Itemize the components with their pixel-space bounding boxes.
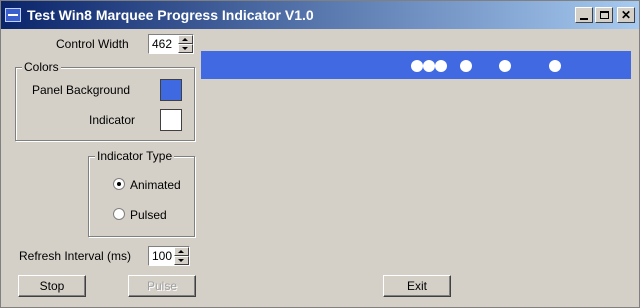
exit-button[interactable]: Exit (383, 275, 451, 297)
stop-button[interactable]: Stop (18, 275, 86, 297)
maximize-button[interactable] (595, 7, 613, 23)
refresh-interval-spinner[interactable]: 100 (148, 246, 190, 266)
spin-up-icon[interactable] (178, 35, 193, 44)
indicator-color-swatch[interactable] (160, 109, 182, 131)
control-width-label: Control Width (56, 37, 129, 51)
marquee-dot (423, 60, 435, 72)
animated-radio[interactable] (113, 178, 125, 190)
spin-down-icon[interactable] (174, 256, 189, 265)
window-title: Test Win8 Marquee Progress Indicator V1.… (27, 7, 314, 23)
pulse-button[interactable]: Pulse (128, 275, 196, 297)
marquee-dot (435, 60, 447, 72)
indicator-type-caption: Indicator Type (95, 149, 175, 163)
maximize-icon (599, 11, 609, 19)
spin-down-icon[interactable] (178, 44, 193, 53)
marquee-dot (549, 60, 561, 72)
close-icon: ✕ (620, 8, 632, 22)
pulsed-radio[interactable] (113, 208, 125, 220)
marquee-progress-indicator (201, 51, 631, 79)
minimize-icon (580, 17, 588, 20)
title-bar[interactable]: Test Win8 Marquee Progress Indicator V1.… (1, 1, 639, 29)
animated-radio-label[interactable]: Animated (130, 178, 181, 192)
app-icon (5, 8, 21, 22)
pulsed-radio-label[interactable]: Pulsed (130, 208, 167, 222)
refresh-interval-value[interactable]: 100 (152, 249, 172, 263)
marquee-dot (460, 60, 472, 72)
control-width-spinner[interactable]: 462 (148, 34, 194, 54)
indicator-type-group: Indicator Type (88, 149, 195, 237)
close-button[interactable]: ✕ (617, 7, 635, 23)
marquee-dot (499, 60, 511, 72)
colors-group-caption: Colors (22, 60, 61, 74)
panel-background-swatch[interactable] (160, 79, 182, 101)
refresh-interval-label: Refresh Interval (ms) (19, 249, 132, 263)
spin-up-icon[interactable] (174, 247, 189, 256)
control-width-value[interactable]: 462 (152, 37, 172, 51)
indicator-color-label: Indicator (89, 113, 136, 127)
main-window: Test Win8 Marquee Progress Indicator V1.… (0, 0, 640, 308)
marquee-dot (411, 60, 423, 72)
panel-background-label: Panel Background (32, 83, 131, 97)
minimize-button[interactable] (575, 7, 593, 23)
